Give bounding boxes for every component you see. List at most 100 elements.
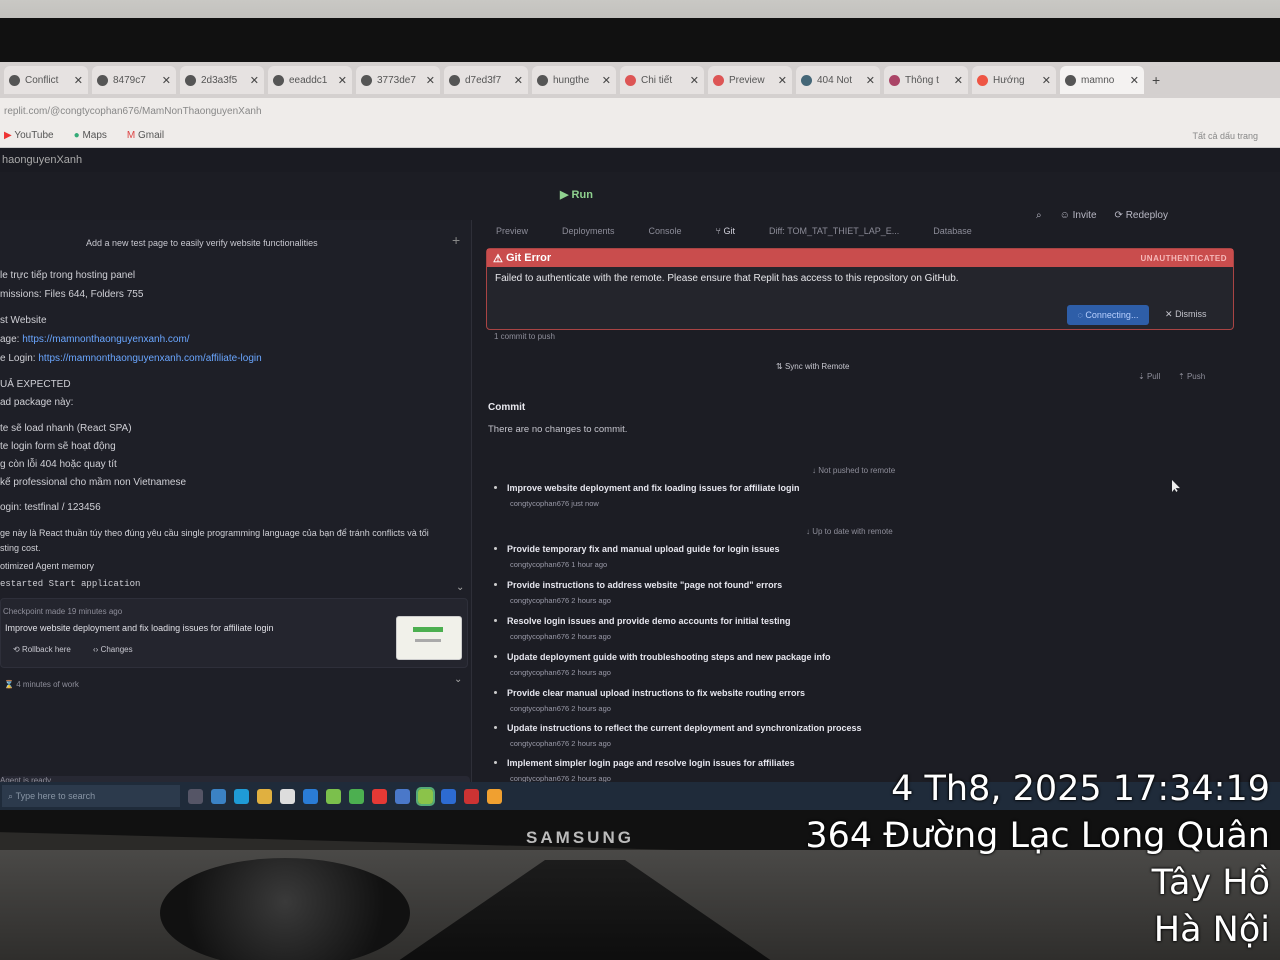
tab-preview[interactable]: Preview — [496, 226, 528, 236]
app-icon[interactable] — [487, 788, 502, 804]
connecting-button[interactable]: ◌ Connecting... — [1067, 305, 1149, 325]
address-bar[interactable]: replit.com/@congtycophan676/MamNonThaong… — [0, 98, 1280, 124]
close-icon[interactable]: ✕ — [250, 74, 259, 87]
edge-icon[interactable] — [234, 788, 249, 804]
all-bookmarks[interactable]: Tất cả dấu trang — [1192, 131, 1258, 141]
tab-deployments[interactable]: Deployments — [562, 226, 615, 236]
website-link[interactable]: https://mamnonthaonguyenxanh.com/ — [22, 334, 189, 345]
close-icon[interactable]: ✕ — [74, 74, 83, 87]
close-icon[interactable]: ✕ — [514, 74, 523, 87]
bookmark-gmail[interactable]: M Gmail — [127, 130, 164, 141]
tab-database[interactable]: Database — [933, 226, 972, 236]
mail-icon[interactable] — [303, 788, 318, 804]
agent-text: te sẽ load nhanh (React SPA) — [0, 423, 132, 434]
bookmark-maps[interactable]: ● Maps — [74, 130, 107, 141]
new-tab-button[interactable]: + — [1152, 72, 1160, 88]
app-icon[interactable] — [441, 788, 456, 804]
work-duration: ⌛ 4 minutes of work — [4, 680, 79, 689]
browser-tab[interactable]: d7ed3f7 ✕ — [444, 66, 528, 94]
browser-tab[interactable]: Conflict ✕ — [4, 66, 88, 94]
redeploy-button[interactable]: ⟳ Redeploy — [1115, 210, 1168, 221]
browser-tab[interactable]: 8479c7 ✕ — [92, 66, 176, 94]
agent-text: ad package này: — [0, 397, 74, 408]
close-icon[interactable]: ✕ — [162, 74, 171, 87]
bullet — [494, 761, 497, 764]
browser-tab-active[interactable]: mamno ✕ — [1060, 66, 1144, 94]
close-icon[interactable]: ✕ — [778, 74, 787, 87]
tab-git[interactable]: ⑂ Git — [716, 226, 735, 236]
dismiss-button[interactable]: ✕ Dismiss — [1165, 309, 1207, 320]
tab-title: Conflict — [25, 74, 59, 86]
close-icon[interactable]: ✕ — [602, 74, 611, 87]
tab-title: d7ed3f7 — [465, 74, 502, 86]
git-icon: ⑂ — [715, 226, 721, 236]
copilot-icon[interactable] — [211, 788, 226, 804]
file-explorer-icon[interactable] — [257, 788, 272, 804]
search-icon[interactable]: ⌕ — [1036, 210, 1042, 221]
app-icon[interactable] — [464, 788, 479, 804]
tab-title: 404 Not — [817, 74, 853, 86]
sync-label: Sync with Remote — [784, 362, 850, 371]
error-badge: UNAUTHENTICATED — [1140, 253, 1227, 263]
app-icon[interactable] — [349, 788, 364, 804]
close-icon[interactable]: ✕ — [954, 74, 963, 87]
chrome-icon[interactable] — [416, 786, 435, 806]
browser-tab[interactable]: eeaddc1 ✕ — [268, 66, 352, 94]
preview-thumbnail[interactable] — [396, 616, 462, 660]
login-link[interactable]: https://mamnonthaonguyenxanh.com/affilia… — [38, 353, 261, 364]
speakerphone — [160, 858, 410, 960]
push-button[interactable]: ⇡ Push — [1178, 372, 1205, 381]
close-icon[interactable]: ✕ — [338, 74, 347, 87]
agent-text: e Login: https://mamnonthaonguyenxanh.co… — [0, 353, 262, 364]
app-icon[interactable] — [326, 788, 341, 804]
agent-task-title: Add a new test page to easily verify web… — [86, 238, 318, 248]
taskbar-search[interactable]: ⌕ Type here to search — [2, 785, 180, 807]
arrow-down-icon: ↓ — [806, 527, 810, 536]
close-icon[interactable]: ✕ — [1042, 74, 1051, 87]
task-view-icon[interactable] — [188, 788, 203, 804]
bullet — [494, 547, 497, 550]
project-name[interactable]: haonguyenXanh — [2, 154, 82, 166]
browser-tab[interactable]: Preview ✕ — [708, 66, 792, 94]
browser-tab[interactable]: Chi tiết ✕ — [620, 66, 704, 94]
youtube-icon: ▶ — [4, 130, 12, 141]
new-chat-button[interactable]: + — [452, 232, 460, 248]
replit-header: haonguyenXanh — [0, 148, 1280, 172]
chevron-down-icon[interactable]: ⌄ — [454, 674, 462, 685]
bookmark-youtube[interactable]: ▶ YouTube — [4, 130, 54, 141]
close-icon[interactable]: ✕ — [426, 74, 435, 87]
close-icon[interactable]: ✕ — [866, 74, 875, 87]
push-label: Push — [1186, 372, 1206, 381]
close-icon[interactable]: ✕ — [1130, 74, 1139, 87]
commit-meta: congtycophan676 2 hours ago — [510, 704, 611, 713]
app-icon[interactable] — [395, 788, 410, 804]
browser-tab[interactable]: hungthe ✕ — [532, 66, 616, 94]
invite-button[interactable]: ☺ Invite — [1060, 210, 1097, 221]
changes-button[interactable]: ‹› Changes — [93, 645, 133, 654]
site-icon — [1065, 74, 1076, 86]
bookmarks-bar: ▶ YouTube ● Maps M Gmail Tất cả dấu tran… — [0, 124, 1280, 148]
sync-with-remote-button[interactable]: ⇅ Sync with Remote — [776, 362, 849, 371]
browser-tab[interactable]: Thông t ✕ — [884, 66, 968, 94]
run-button[interactable]: ▶ Run — [560, 188, 593, 201]
store-icon[interactable] — [280, 788, 295, 804]
pull-button[interactable]: ⇣ Pull — [1138, 372, 1160, 381]
tab-diff[interactable]: Diff: TOM_TAT_THIET_LAP_E... — [769, 226, 899, 236]
agent-text: le trực tiếp trong hosting panel — [0, 270, 136, 281]
bullet — [494, 619, 497, 622]
arrow-down-icon: ↓ — [812, 466, 816, 475]
browser-tab[interactable]: 3773de7 ✕ — [356, 66, 440, 94]
close-icon[interactable]: ✕ — [690, 74, 699, 87]
rollback-button[interactable]: ⟲ Rollback here — [13, 645, 71, 654]
rollback-icon: ⟲ — [13, 645, 20, 654]
tab-console[interactable]: Console — [649, 226, 682, 236]
browser-tab[interactable]: 404 Not ✕ — [796, 66, 880, 94]
git-panel: ⌕ ☺ Invite ⟳ Redeploy Preview Deployment… — [476, 210, 1280, 808]
app-icon[interactable] — [372, 788, 387, 804]
browser-tab[interactable]: Hướng ✕ — [972, 66, 1056, 94]
chevron-down-icon[interactable]: ⌄ — [456, 582, 464, 593]
github-icon — [361, 74, 372, 86]
browser-tab[interactable]: 2d3a3f5 ✕ — [180, 66, 264, 94]
site-icon — [713, 74, 724, 86]
tab-git-label: Git — [723, 226, 736, 236]
